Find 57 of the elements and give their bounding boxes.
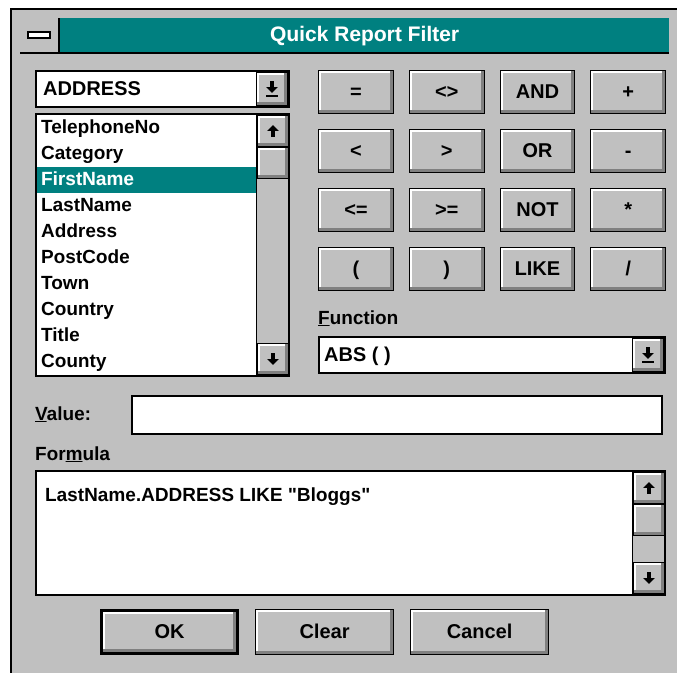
operator-button[interactable]: ) bbox=[408, 247, 484, 291]
operator-button[interactable]: / bbox=[590, 247, 666, 291]
value-label: Value: bbox=[35, 402, 91, 427]
list-item[interactable]: LastName bbox=[37, 193, 256, 219]
function-label: Function bbox=[318, 308, 398, 329]
down-arrow-icon bbox=[267, 353, 279, 365]
list-item[interactable]: Address bbox=[37, 219, 256, 245]
up-arrow-icon bbox=[267, 125, 279, 137]
operator-button[interactable]: <= bbox=[318, 188, 394, 232]
value-field[interactable] bbox=[130, 395, 663, 435]
formula-text: LastName.ADDRESS LIKE "Bloggs" bbox=[44, 484, 372, 508]
caret-down-icon bbox=[266, 81, 278, 97]
down-arrow-icon bbox=[643, 572, 655, 584]
list-item[interactable]: Town bbox=[37, 271, 256, 297]
list-item[interactable]: Category bbox=[37, 141, 256, 167]
formula-label: Formula bbox=[35, 444, 110, 465]
dropdown-button[interactable] bbox=[632, 338, 664, 372]
dropdown-button[interactable] bbox=[256, 72, 288, 106]
operator-button[interactable]: ( bbox=[318, 247, 394, 291]
operator-button[interactable]: = bbox=[318, 70, 394, 114]
operator-button[interactable]: > bbox=[408, 129, 484, 173]
operator-button[interactable]: AND bbox=[500, 70, 576, 114]
operator-button[interactable]: >= bbox=[408, 188, 484, 232]
operator-button[interactable]: NOT bbox=[500, 188, 576, 232]
operator-button[interactable]: <> bbox=[408, 70, 484, 114]
up-arrow-icon bbox=[643, 482, 655, 494]
formula-scrollbar[interactable] bbox=[632, 472, 664, 594]
combo-value: ADDRESS bbox=[42, 77, 142, 102]
scroll-thumb[interactable] bbox=[257, 147, 289, 179]
list-item[interactable]: PostCode bbox=[37, 245, 256, 271]
scroll-down-button[interactable] bbox=[257, 343, 289, 375]
menu-bar-icon bbox=[27, 31, 51, 39]
formula-box[interactable]: LastName.ADDRESS LIKE "Bloggs" bbox=[35, 470, 666, 596]
list-item[interactable]: TelephoneNo bbox=[37, 115, 256, 141]
operator-button[interactable]: LIKE bbox=[500, 247, 576, 291]
dialog-button[interactable]: OK bbox=[100, 608, 239, 654]
operator-button[interactable]: < bbox=[318, 129, 394, 173]
window-title: Quick Report Filter bbox=[270, 22, 460, 48]
list-item[interactable]: Title bbox=[37, 323, 256, 349]
operator-button[interactable]: OR bbox=[500, 129, 576, 173]
scroll-thumb[interactable] bbox=[633, 504, 665, 536]
operator-button[interactable]: + bbox=[590, 70, 666, 114]
caret-down-icon bbox=[642, 346, 654, 362]
function-combo[interactable]: ABS ( ) bbox=[318, 336, 666, 374]
list-item[interactable]: County bbox=[37, 349, 256, 375]
dialog-button[interactable]: Clear bbox=[255, 608, 394, 654]
operator-button[interactable]: * bbox=[590, 188, 666, 232]
combo-value: ABS ( ) bbox=[323, 342, 392, 368]
dialog-button[interactable]: Cancel bbox=[410, 608, 549, 654]
list-scrollbar[interactable] bbox=[256, 115, 288, 375]
table-combo[interactable]: ADDRESS bbox=[35, 70, 290, 108]
operator-button[interactable]: - bbox=[590, 129, 666, 173]
list-item[interactable]: Country bbox=[37, 297, 256, 323]
scroll-up-button[interactable] bbox=[633, 472, 665, 504]
scroll-up-button[interactable] bbox=[257, 115, 289, 147]
list-item[interactable]: FirstName bbox=[37, 167, 256, 193]
scroll-down-button[interactable] bbox=[633, 562, 665, 594]
